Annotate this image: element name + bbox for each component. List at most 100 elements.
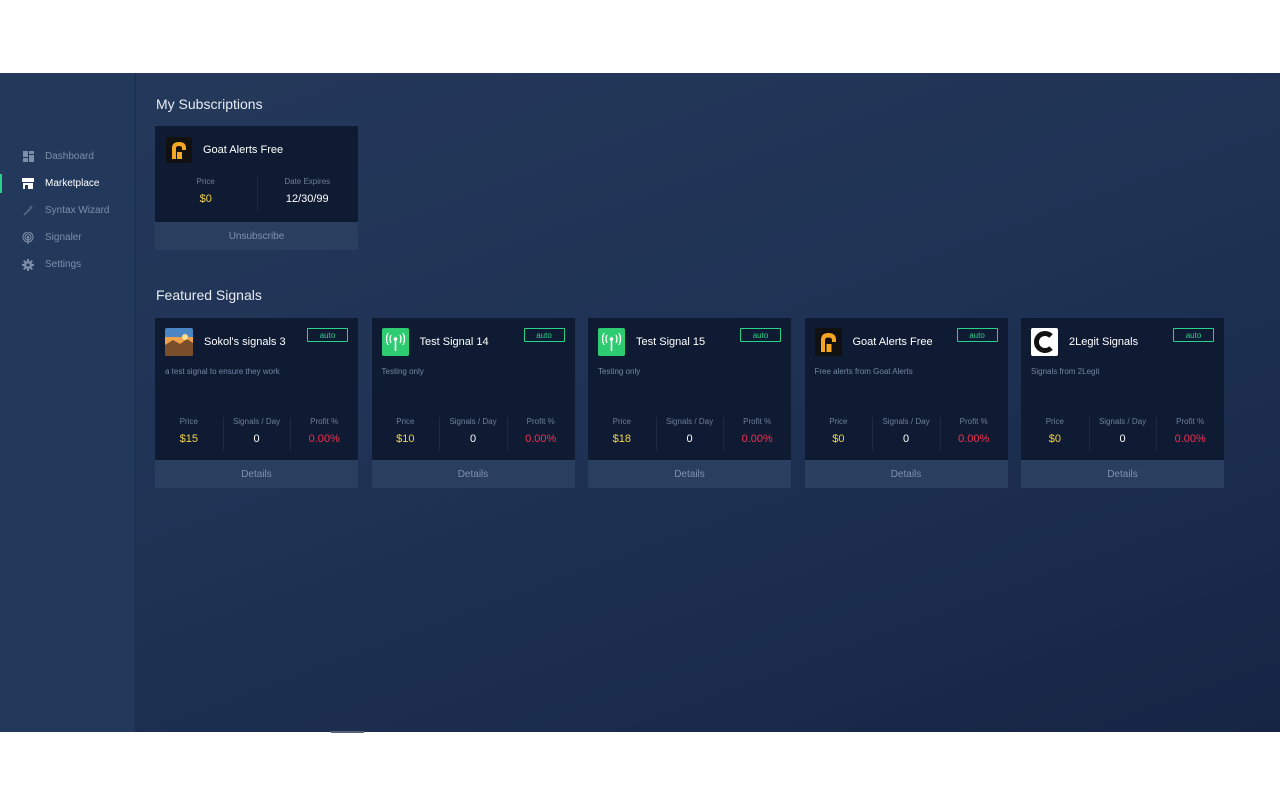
profit-stat: Profit % 0.00% bbox=[290, 417, 358, 451]
profit-label: Profit % bbox=[743, 417, 772, 426]
landscape-photo bbox=[165, 328, 193, 356]
price-value: $0 bbox=[199, 193, 212, 205]
price-stat: Price $0 bbox=[1021, 417, 1089, 445]
sidebar-item-syntax-wizard[interactable]: Syntax Wizard bbox=[0, 197, 135, 224]
signals-per-day-value: 0 bbox=[253, 433, 260, 445]
signal-stats: Price $18 Signals / Day 0 Profit % 0.00% bbox=[588, 417, 791, 451]
profit-value: 0.00% bbox=[308, 433, 340, 445]
goat-alerts-logo bbox=[814, 328, 842, 356]
signal-card-header: Test Signal 15 bbox=[598, 328, 705, 356]
auto-badge: auto bbox=[307, 328, 348, 342]
signal-card-body: Goat Alerts Free auto Free alerts from G… bbox=[804, 318, 1008, 460]
signal-description: Signals from 2Legit bbox=[1031, 367, 1100, 376]
signal-card-header: Goat Alerts Free bbox=[814, 328, 933, 356]
price-stat: Price $0 bbox=[155, 177, 257, 205]
price-stat: Price $10 bbox=[372, 417, 440, 445]
gear-icon bbox=[22, 258, 34, 271]
signal-description: Testing only bbox=[598, 367, 641, 376]
unsubscribe-button[interactable]: Unsubscribe bbox=[155, 222, 358, 250]
price-value: $18 bbox=[612, 433, 632, 445]
signal-name: Test Signal 14 bbox=[419, 336, 489, 348]
signal-card: Goat Alerts Free auto Free alerts from G… bbox=[804, 318, 1008, 488]
price-stat: Price $15 bbox=[155, 417, 223, 445]
details-button[interactable]: Details bbox=[371, 460, 575, 488]
price-label: Price bbox=[612, 417, 631, 426]
signals-per-day-label: Signals / Day bbox=[232, 417, 281, 426]
antenna-icon bbox=[381, 328, 409, 356]
details-button[interactable]: Details bbox=[804, 460, 1008, 488]
details-button[interactable]: Details bbox=[588, 460, 791, 488]
sidebar-nav: Dashboard Marketplace Syntax Wizard Sign… bbox=[0, 143, 135, 278]
profit-stat: Profit % 0.00% bbox=[1156, 417, 1224, 451]
signal-description: Testing only bbox=[381, 367, 424, 376]
sidebar-item-label: Syntax Wizard bbox=[45, 205, 110, 216]
signals-per-day-label: Signals / Day bbox=[882, 417, 930, 426]
signal-card-body: Sokol's signals 3 auto a test signal to … bbox=[155, 318, 358, 460]
signal-card-body: Test Signal 14 auto Testing only Price $… bbox=[371, 318, 575, 460]
price-value: $0 bbox=[1048, 433, 1061, 445]
store-icon bbox=[22, 178, 34, 190]
sidebar-item-marketplace[interactable]: Marketplace bbox=[0, 170, 135, 197]
signal-name: Test Signal 15 bbox=[636, 336, 706, 348]
app-window: Dashboard Marketplace Syntax Wizard Sign… bbox=[0, 73, 1280, 732]
signal-description: a test signal to ensure they work bbox=[165, 367, 280, 376]
profit-label: Profit % bbox=[959, 417, 988, 426]
price-value: $15 bbox=[179, 433, 199, 445]
price-stat: Price $18 bbox=[588, 417, 656, 445]
sidebar-item-settings[interactable]: Settings bbox=[0, 251, 135, 278]
profit-label: Profit % bbox=[310, 417, 339, 426]
broadcast-icon bbox=[22, 231, 34, 244]
profit-stat: Profit % 0.00% bbox=[506, 417, 575, 451]
price-label: Price bbox=[196, 177, 215, 186]
signal-stats: Price $0 Signals / Day 0 Profit % 0.00% bbox=[805, 417, 1008, 451]
profit-value: 0.00% bbox=[1174, 433, 1206, 445]
signals-per-day-label: Signals / Day bbox=[1098, 417, 1147, 426]
signals-per-day-stat: Signals / Day 0 bbox=[222, 417, 291, 451]
signals-per-day-label: Signals / Day bbox=[665, 417, 714, 426]
profit-value: 0.00% bbox=[958, 433, 990, 445]
profit-stat: Profit % 0.00% bbox=[723, 417, 791, 451]
date-expires-stat: Date Expires 12/30/99 bbox=[256, 177, 359, 211]
profit-label: Profit % bbox=[1176, 417, 1205, 426]
signal-card: Test Signal 15 auto Testing only Price $… bbox=[588, 318, 791, 488]
dashboard-icon bbox=[22, 151, 34, 163]
sidebar-item-label: Dashboard bbox=[45, 151, 94, 162]
subscriptions-title: My Subscriptions bbox=[156, 96, 263, 112]
signals-per-day-value: 0 bbox=[1119, 433, 1126, 445]
sidebar-item-label: Marketplace bbox=[45, 178, 100, 189]
signal-card-header: 2Legit Signals bbox=[1031, 328, 1138, 356]
sidebar-item-signaler[interactable]: Signaler bbox=[0, 224, 135, 251]
antenna-icon bbox=[598, 328, 625, 356]
featured-title: Featured Signals bbox=[156, 287, 262, 303]
signals-per-day-label: Signals / Day bbox=[449, 417, 497, 426]
price-label: Price bbox=[1045, 417, 1064, 426]
date-expires-label: Date Expires bbox=[284, 177, 331, 186]
signals-per-day-value: 0 bbox=[686, 433, 693, 445]
sidebar-item-label: Signaler bbox=[45, 232, 82, 243]
subscription-card: Goat Alerts Free Price $0 Date Expires 1… bbox=[155, 126, 358, 250]
signals-per-day-value: 0 bbox=[902, 433, 910, 445]
profit-label: Profit % bbox=[526, 417, 555, 426]
signal-name: 2Legit Signals bbox=[1069, 336, 1139, 348]
subscription-card-header: Goat Alerts Free bbox=[166, 137, 283, 163]
signals-per-day-stat: Signals / Day 0 bbox=[872, 417, 940, 451]
signal-card: Test Signal 14 auto Testing only Price $… bbox=[371, 318, 575, 488]
details-button[interactable]: Details bbox=[1021, 460, 1224, 488]
signal-card-header: Sokol's signals 3 bbox=[165, 328, 286, 356]
date-expires-value: 12/30/99 bbox=[285, 193, 329, 205]
2legit-logo bbox=[1031, 328, 1058, 356]
profit-value: 0.00% bbox=[525, 433, 557, 445]
auto-badge: auto bbox=[956, 328, 998, 342]
signal-name: Sokol's signals 3 bbox=[204, 336, 286, 348]
subscription-stats: Price $0 Date Expires 12/30/99 bbox=[155, 177, 359, 211]
signal-card: Sokol's signals 3 auto a test signal to … bbox=[155, 318, 358, 488]
goat-alerts-logo bbox=[166, 137, 192, 163]
scroll-indicator bbox=[331, 731, 364, 733]
details-button[interactable]: Details bbox=[155, 460, 358, 488]
auto-badge: auto bbox=[1173, 328, 1214, 342]
price-value: $0 bbox=[832, 433, 845, 445]
signal-stats: Price $0 Signals / Day 0 Profit % 0.00% bbox=[1021, 417, 1224, 451]
sidebar-item-dashboard[interactable]: Dashboard bbox=[0, 143, 135, 170]
price-stat: Price $0 bbox=[805, 417, 873, 445]
signal-card-header: Test Signal 14 bbox=[381, 328, 489, 356]
